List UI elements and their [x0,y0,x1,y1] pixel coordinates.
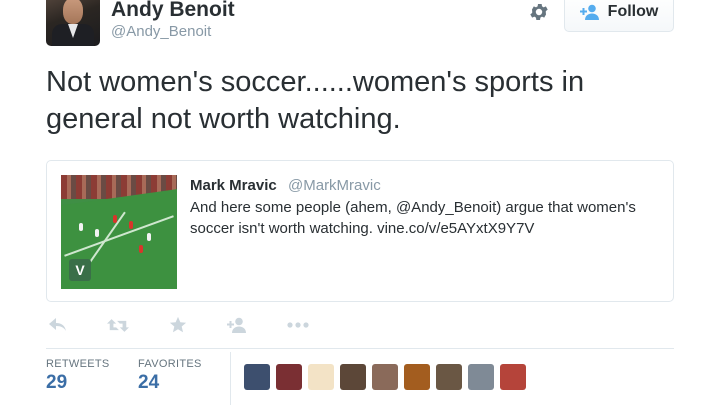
favoriter-avatar[interactable] [404,364,430,390]
gear-icon[interactable] [528,1,550,23]
favorites-label: FAVORITES [138,358,202,370]
quoted-tweet[interactable]: V Mark Mravic @MarkMravic And here some … [46,160,674,302]
favoriter-avatar[interactable] [340,364,366,390]
user-handle[interactable]: @Andy_Benoit [111,23,211,40]
retweets-count[interactable]: 29 [46,372,67,394]
player [95,229,99,237]
favoriters-list [244,364,526,390]
user-fullname[interactable]: Andy Benoit [111,0,235,22]
divider [46,348,674,349]
favoriter-avatar[interactable] [468,364,494,390]
quoted-author-name[interactable]: Mark Mravic [190,177,277,194]
follow-label: Follow [607,3,659,20]
retweet-icon[interactable] [106,315,130,335]
stats-divider [230,352,231,405]
tweet-actions [46,314,310,336]
player [129,221,133,229]
player [147,233,151,241]
player [139,245,143,253]
player [79,223,83,231]
favoriter-avatar[interactable] [436,364,462,390]
avatar-face [63,0,83,24]
follow-button[interactable]: Follow [564,0,674,32]
user-avatar[interactable] [46,0,100,46]
quoted-author-handle[interactable]: @MarkMravic [288,177,381,194]
favoriter-avatar[interactable] [244,364,270,390]
more-icon[interactable] [286,315,310,335]
favoriter-avatar[interactable] [276,364,302,390]
follow-icon[interactable] [226,315,250,335]
reply-icon[interactable] [46,315,70,335]
tweet-text: Not women's soccer......women's sports i… [46,66,585,135]
favorites-count[interactable]: 24 [138,372,159,394]
vine-icon: V [69,259,91,281]
retweets-label: RETWEETS [46,358,110,370]
add-user-icon [579,4,599,20]
quoted-tweet-text: And here some people (ahem, @Andy_Benoit… [190,199,636,237]
favoriter-avatar[interactable] [500,364,526,390]
vine-video-thumbnail[interactable]: V [61,175,177,289]
favoriter-avatar[interactable] [308,364,334,390]
favoriter-avatar[interactable] [372,364,398,390]
favorite-icon[interactable] [166,315,190,335]
player [113,215,117,223]
